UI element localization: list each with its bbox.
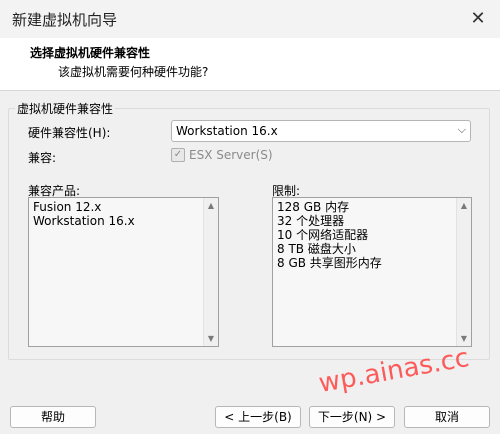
scroll-down-icon[interactable]: ▼ <box>204 334 218 343</box>
header-title: 选择虚拟机硬件兼容性 <box>30 46 151 60</box>
list-item: 8 GB 共享图形内存 <box>277 256 382 270</box>
hardware-compat-value: Workstation 16.x <box>176 124 278 138</box>
next-button[interactable]: 下一步(N) > <box>309 406 395 428</box>
hardware-compat-dropdown[interactable]: Workstation 16.x ⌵ <box>171 120 471 142</box>
chevron-down-icon: ⌵ <box>457 123 466 136</box>
esx-server-label: ESX Server(S) <box>189 148 273 162</box>
compatible-products-list[interactable]: Fusion 12.x Workstation 16.x ▲ ▼ <box>28 197 219 347</box>
hardware-compat-label: 硬件兼容性(H): <box>28 126 111 140</box>
list-item: Workstation 16.x <box>33 214 135 228</box>
scroll-down-icon[interactable]: ▼ <box>457 334 471 343</box>
limits-scrollbar[interactable]: ▲ ▼ <box>456 198 471 346</box>
back-button[interactable]: < 上一步(B) <box>215 406 301 428</box>
scroll-up-icon[interactable]: ▲ <box>204 201 218 210</box>
cancel-button[interactable]: 取消 <box>404 406 490 428</box>
help-button[interactable]: 帮助 <box>10 406 96 428</box>
title-bar: 新建虚拟机向导 ✕ <box>0 0 500 38</box>
list-item: 32 个处理器 <box>277 214 345 228</box>
scroll-up-icon[interactable]: ▲ <box>457 201 471 210</box>
list-item: 128 GB 内存 <box>277 200 350 214</box>
window-title: 新建虚拟机向导 <box>12 11 118 29</box>
products-scrollbar[interactable]: ▲ ▼ <box>203 198 218 346</box>
compat-label: 兼容: <box>28 151 57 165</box>
list-item: 8 TB 磁盘大小 <box>277 242 356 256</box>
list-item: Fusion 12.x <box>33 200 102 214</box>
close-icon[interactable]: ✕ <box>468 8 488 29</box>
group-legend: 虚拟机硬件兼容性 <box>17 102 114 116</box>
checkmark-icon: ✓ <box>171 148 185 162</box>
list-item: 10 个网络适配器 <box>277 228 369 242</box>
esx-server-checkbox[interactable]: ✓ ESX Server(S) <box>171 148 273 162</box>
header-subtitle: 该虚拟机需要何种硬件功能? <box>58 65 209 79</box>
wizard-header: 选择虚拟机硬件兼容性 该虚拟机需要何种硬件功能? <box>0 38 500 91</box>
limits-list[interactable]: 128 GB 内存 32 个处理器 10 个网络适配器 8 TB 磁盘大小 8 … <box>272 197 472 347</box>
